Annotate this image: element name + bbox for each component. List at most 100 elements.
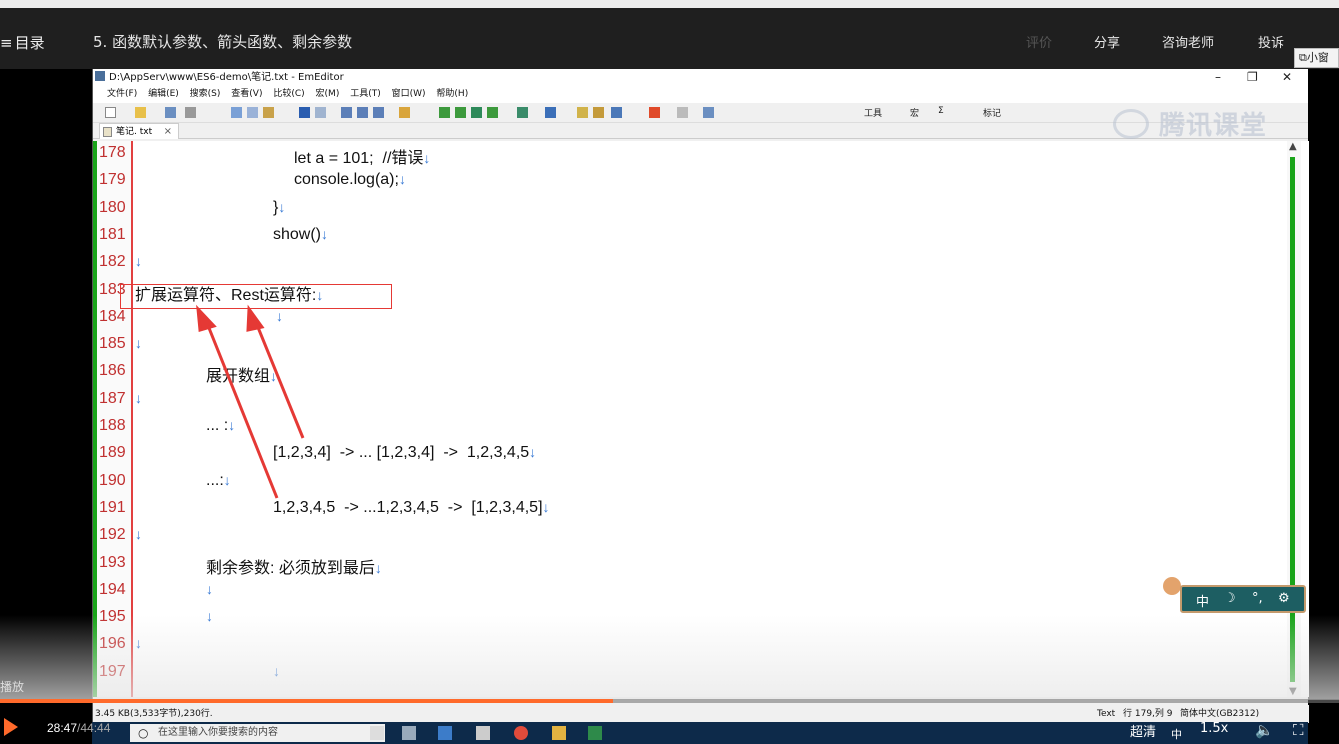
window-icon[interactable]: [611, 107, 622, 118]
editor-line[interactable]: 193 剩余参数: 必须放到最后↓: [93, 551, 1293, 578]
open-folder-icon[interactable]: [135, 107, 146, 118]
return-mark-icon: ↓: [398, 171, 406, 188]
punctuation-icon[interactable]: °,: [1252, 591, 1263, 606]
plugin-icon[interactable]: [703, 107, 714, 118]
return-mark-icon: ↓: [135, 335, 142, 352]
fullscreen-icon[interactable]: ⛶: [1293, 721, 1304, 739]
new-file-icon[interactable]: [105, 107, 116, 118]
editor-line[interactable]: 186 展开数组↓: [93, 359, 1293, 386]
text-area[interactable]: 178 let a = 101; //错误↓ 179 console.log(a);↓…: [93, 141, 1309, 697]
bookmark-icon[interactable]: [545, 107, 556, 118]
editor-line[interactable]: 181 show()↓: [93, 223, 1293, 250]
share-button[interactable]: 分享: [1094, 32, 1120, 51]
close-button[interactable]: ✕: [1282, 69, 1292, 86]
view-split-icon[interactable]: [455, 107, 466, 118]
return-mark-icon: ↓: [135, 389, 142, 406]
line-number: 182: [99, 253, 126, 271]
view-icon[interactable]: [439, 107, 450, 118]
menu-tools[interactable]: 工具(T): [350, 89, 381, 99]
rate-button[interactable]: 评价: [1026, 32, 1052, 51]
ime-chinese-mode[interactable]: 中: [1196, 591, 1209, 610]
editor-line[interactable]: 180}↓: [93, 196, 1293, 223]
moon-icon[interactable]: ☽: [1224, 591, 1236, 606]
settings-icon[interactable]: ⚙: [1278, 591, 1290, 606]
find-icon[interactable]: [341, 107, 352, 118]
ime-toolbar[interactable]: 中 ☽ °, ⚙: [1180, 585, 1306, 613]
save-icon[interactable]: [165, 107, 176, 118]
editor-line[interactable]: 189 [1,2,3,4] -> ... [1,2,3,4] -> 1,2,3,4…: [93, 441, 1293, 468]
quality-button[interactable]: 超清: [1130, 721, 1156, 740]
config-icon[interactable]: [577, 107, 588, 118]
editor-line[interactable]: 179 console.log(a);↓: [93, 168, 1293, 195]
menu-search[interactable]: 搜索(S): [190, 89, 221, 99]
total-time: 44:44: [80, 721, 111, 735]
editor-line[interactable]: 185 ↓: [93, 332, 1293, 359]
toc-button[interactable]: ≡ 目录: [0, 32, 45, 53]
emeditor-app-icon: [95, 71, 105, 81]
editor-line[interactable]: 190 ...:↓: [93, 469, 1293, 496]
view-wrap-icon[interactable]: [487, 107, 498, 118]
replace-icon[interactable]: [399, 107, 410, 118]
view-active-icon[interactable]: [471, 107, 482, 118]
editor-line[interactable]: 182 ↓: [93, 250, 1293, 277]
editor-line[interactable]: 188 ... :↓: [93, 414, 1293, 441]
line-text: ↓: [135, 253, 142, 271]
paste-icon[interactable]: [263, 107, 274, 118]
menu-edit[interactable]: 编辑(E): [148, 89, 179, 99]
editor-line[interactable]: 191 1,2,3,4,5 -> ...1,2,3,4,5 -> [1,2,3,4…: [93, 496, 1293, 523]
time-display: 28:47/44:44: [47, 721, 111, 735]
line-text: 1,2,3,4,5 -> ...1,2,3,4,5 -> [1,2,3,4,5]…: [273, 498, 550, 516]
tab-close-icon[interactable]: ×: [164, 124, 172, 140]
complain-button[interactable]: 投诉: [1258, 32, 1284, 51]
return-mark-icon: ↓: [542, 498, 550, 515]
progress-fill: [0, 699, 614, 703]
line-number: 191: [99, 498, 126, 516]
tools-label[interactable]: 工具: [864, 106, 882, 119]
return-mark-icon: ↓: [206, 580, 213, 597]
menu-view[interactable]: 查看(V): [231, 89, 262, 99]
menu-window[interactable]: 窗口(W): [392, 89, 426, 99]
small-window-button[interactable]: ⧉小窗: [1294, 48, 1339, 68]
minimize-button[interactable]: –: [1215, 69, 1221, 86]
line-text: ...:↓: [206, 471, 231, 489]
find-prev-icon[interactable]: [373, 107, 384, 118]
copy-icon[interactable]: [247, 107, 258, 118]
ask-teacher-button[interactable]: 咨询老师: [1162, 32, 1214, 51]
config2-icon[interactable]: [593, 107, 604, 118]
play-icon[interactable]: [4, 718, 18, 736]
line-number: 187: [99, 389, 126, 407]
find-next-icon[interactable]: [357, 107, 368, 118]
editor-line[interactable]: 192 ↓: [93, 523, 1293, 550]
tab-notes[interactable]: 笔记. txt ×: [99, 123, 179, 139]
document-icon[interactable]: [517, 107, 528, 118]
menu-macro[interactable]: 宏(M): [316, 89, 340, 99]
return-mark-icon: ↓: [223, 471, 231, 488]
macro-label[interactable]: 宏: [910, 106, 919, 119]
play-macro-icon[interactable]: [677, 107, 688, 118]
speed-button[interactable]: 1.5x: [1200, 721, 1228, 736]
return-mark-icon: ↓: [278, 198, 286, 215]
marker-label[interactable]: 标记: [983, 106, 1001, 119]
volume-icon[interactable]: 🔈: [1255, 721, 1274, 739]
print-icon[interactable]: [185, 107, 196, 118]
watermark: 腾讯课堂: [1159, 111, 1268, 141]
menu-help[interactable]: 帮助(H): [436, 89, 468, 99]
editor-line[interactable]: 194 ↓: [93, 578, 1293, 605]
redo-icon[interactable]: [315, 107, 326, 118]
record-macro-icon[interactable]: [649, 107, 660, 118]
menu-file[interactable]: 文件(F): [107, 89, 137, 99]
vertical-scrollbar[interactable]: ▲ ▼: [1287, 141, 1301, 697]
file-icon: [103, 127, 112, 137]
editor-line[interactable]: 178 let a = 101; //错误↓: [93, 141, 1293, 168]
cut-icon[interactable]: [231, 107, 242, 118]
ime-avatar[interactable]: [1163, 577, 1181, 595]
progress-bar[interactable]: [0, 699, 1339, 703]
annotation-highlight-box: [120, 284, 392, 309]
sum-icon[interactable]: Σ: [938, 106, 944, 116]
scroll-up-icon[interactable]: ▲: [1289, 141, 1297, 152]
tencent-classroom-logo-icon: [1113, 109, 1149, 139]
restore-button[interactable]: ❐: [1247, 69, 1258, 86]
menu-compare[interactable]: 比较(C): [273, 89, 304, 99]
editor-line[interactable]: 187 ↓: [93, 387, 1293, 414]
undo-icon[interactable]: [299, 107, 310, 118]
